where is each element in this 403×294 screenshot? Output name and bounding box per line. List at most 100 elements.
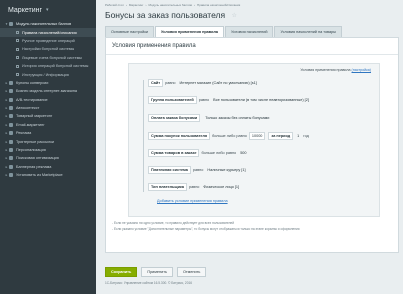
condition-operator[interactable]: больше либо равно — [201, 151, 236, 155]
condition-label: Платежная система — [148, 165, 191, 175]
tab-accrual-conditions[interactable]: Условия начислений — [225, 26, 274, 37]
condition-label: Группа пользователей — [148, 95, 197, 105]
sidebar-menu: ▾ Модуль накопительных баллов Правила начи… — [0, 20, 96, 179]
condition-operator[interactable]: равно — [193, 168, 203, 172]
add-condition-link[interactable]: Добавить условие применения правила — [157, 199, 228, 203]
breadcrumb-link[interactable]: Модуль накопительных баллов — [148, 3, 192, 7]
sidebar-item[interactable]: ▸ Товарный маркетинг — [0, 112, 96, 120]
condition-label: Тип плательщика — [148, 182, 187, 192]
condition-value[interactable]: Все пользователи (в том числе неавторизо… — [211, 96, 311, 105]
condition-label: Оплата заказа бонусами — [148, 113, 201, 123]
tab-label: Основные настройки — [111, 30, 149, 34]
condition-value[interactable]: 500 — [238, 149, 248, 158]
section-icon — [9, 164, 13, 169]
conditions-tree-line — [143, 80, 144, 192]
help-notes: - Если не указано ни одно условие, то пр… — [112, 221, 300, 232]
page-icon — [16, 39, 19, 43]
section-icon — [9, 173, 13, 178]
condition-row-user-group[interactable]: Группа пользователей равно Все пользоват… — [148, 95, 311, 105]
breadcrumb-link[interactable]: Правила начислений/списания — [197, 3, 240, 7]
tab-rule-conditions[interactable]: Условия применения правила — [155, 26, 224, 37]
condition-row-order-sum[interactable]: Сумма товаров в заказе больше либо равно… — [148, 148, 249, 158]
sidebar-item[interactable]: ▸ Автоконтекст — [0, 104, 96, 112]
period-value[interactable]: 1 — [295, 132, 301, 141]
condition-operator[interactable]: равно — [199, 98, 209, 102]
sidebar-item[interactable]: Настройки бонусной системы — [0, 45, 96, 53]
sidebar-item-label: Поисковая оптимизация — [16, 156, 59, 161]
sidebar-item[interactable]: ▸ Триггерные рассылки — [0, 137, 96, 145]
save-button[interactable]: Сохранить — [105, 267, 138, 277]
sidebar-item[interactable]: ▸ A/B-тестирование — [0, 96, 96, 104]
main-content: Рабочий стол › Маркетинг › Модуль накопитель… — [96, 0, 403, 294]
divider — [106, 54, 398, 55]
condition-label: Сумма покупок пользователя — [148, 131, 211, 141]
condition-row-payment-system[interactable]: Платежная система равно Наличные курьеру… — [148, 165, 248, 175]
star-icon[interactable]: ☆ — [231, 12, 237, 19]
tab-product-accrual-conditions[interactable]: Условия начислений на товары — [274, 26, 342, 37]
chevron-down-icon: ▾ — [46, 7, 49, 13]
sidebar-item[interactable]: ▸ Установить из Marketplace — [0, 171, 96, 179]
footer-copyright: 1С-Битрикс: Управление сайтом 16.5.300. … — [105, 281, 193, 285]
sidebar-item[interactable]: ▸ Баннерная реклама — [0, 163, 96, 171]
purchase-sum-input[interactable]: 10000 — [248, 131, 266, 141]
breadcrumb: Рабочий стол › Маркетинг › Модуль накопитель… — [105, 3, 242, 7]
section-icon — [9, 139, 13, 144]
page-icon — [16, 73, 19, 77]
sidebar-item-label: Триггерные рассылки — [16, 139, 54, 144]
section-icon — [9, 131, 13, 136]
tab-label: Условия начислений — [231, 30, 268, 34]
sidebar-item-label: A/B-тестирование — [16, 97, 48, 102]
sidebar-item[interactable]: ▸ Купоны конверсии — [0, 79, 96, 87]
sidebar-item[interactable]: ▸ Email-маркетинг — [0, 121, 96, 129]
condition-row-payer-type[interactable]: Тип плательщика равно Физическое лицо [1… — [148, 182, 241, 192]
sidebar-header[interactable]: Маркетинг ▾ — [0, 0, 96, 20]
tab-main-settings[interactable]: Основные настройки — [105, 26, 155, 37]
page-title-text: Бонусы за заказ пользователя — [105, 10, 226, 20]
sidebar-item-label: Инструкция / Информация — [22, 72, 69, 77]
sidebar-item[interactable]: Лицевые счета бонусной системы — [0, 54, 96, 62]
sidebar-item-label: Лицевые счета бонусной системы — [22, 55, 83, 60]
sidebar-item-label: Реклама — [16, 131, 32, 136]
condition-value[interactable]: Физическое лицо [1] — [201, 183, 241, 192]
conditions-box: Условия применения правила (настройка) С… — [128, 63, 380, 217]
section-icon — [9, 97, 13, 102]
note-line: - Если указано условие "Дополнительные п… — [112, 226, 300, 231]
sidebar-item-label: Автоконтекст — [16, 106, 40, 111]
breadcrumb-link[interactable]: Рабочий стол — [105, 3, 124, 7]
section-icon — [9, 89, 13, 94]
sidebar-item-label: Правила начислений/списания — [22, 30, 77, 35]
sidebar-item[interactable]: Инструкция / Информация — [0, 70, 96, 78]
condition-operator[interactable]: равно — [165, 81, 175, 85]
sidebar-title: Маркетинг — [8, 6, 43, 14]
condition-operator[interactable]: больше либо равно — [212, 134, 247, 138]
sidebar-item[interactable]: Правила начислений/списания — [0, 28, 96, 37]
conditions-settings-link[interactable]: (настройка) — [352, 68, 371, 72]
tabs: Основные настройки Условия применения пр… — [105, 26, 343, 37]
sidebar-item-label: Купоны конверсии — [16, 80, 49, 85]
condition-label: Сумма товаров в заказе — [148, 148, 200, 158]
period-unit[interactable]: год — [303, 134, 309, 138]
condition-row-site[interactable]: Сайт равно Интернет магазин (Сайт по умо… — [148, 78, 259, 88]
condition-value[interactable]: Только заказы без оплаты бонусами — [203, 114, 271, 123]
sidebar-item-label: Установить из Marketplace — [16, 173, 63, 178]
sidebar-item[interactable]: ▾ Модуль накопительных баллов — [0, 20, 96, 28]
sidebar-item[interactable]: ▸ Персонализация — [0, 146, 96, 154]
condition-operator[interactable]: равно — [189, 185, 199, 189]
breadcrumb-separator: › — [145, 3, 147, 7]
sidebar-item[interactable]: Ручное проведение операций — [0, 37, 96, 45]
sidebar-item[interactable]: ▸ Поисковая оптимизация — [0, 154, 96, 162]
sidebar-item[interactable]: ▸ Реклама — [0, 129, 96, 137]
page-title: Бонусы за заказ пользователя ☆ — [105, 10, 237, 20]
sidebar-item[interactable]: История операций бонусной системы — [0, 62, 96, 70]
page-icon — [16, 47, 19, 51]
condition-value[interactable]: Наличные курьеру [1] — [205, 166, 247, 175]
condition-row-bonus-payment[interactable]: Оплата заказа бонусами Только заказы без… — [148, 113, 271, 123]
breadcrumb-link[interactable]: Маркетинг — [129, 3, 144, 7]
section-icon — [9, 148, 13, 153]
cancel-button[interactable]: Отменить — [176, 267, 207, 277]
condition-row-purchase-sum[interactable]: Сумма покупок пользователя больше либо р… — [148, 131, 311, 141]
apply-button[interactable]: Применить — [141, 267, 173, 277]
sidebar: Маркетинг ▾ ▾ Модуль накопительных баллов… — [0, 0, 96, 294]
condition-value[interactable]: Интернет магазин (Сайт по умолчанию) [s1… — [178, 79, 259, 88]
sidebar-item[interactable]: ▸ Бизнес модель интернет-магазина — [0, 87, 96, 95]
